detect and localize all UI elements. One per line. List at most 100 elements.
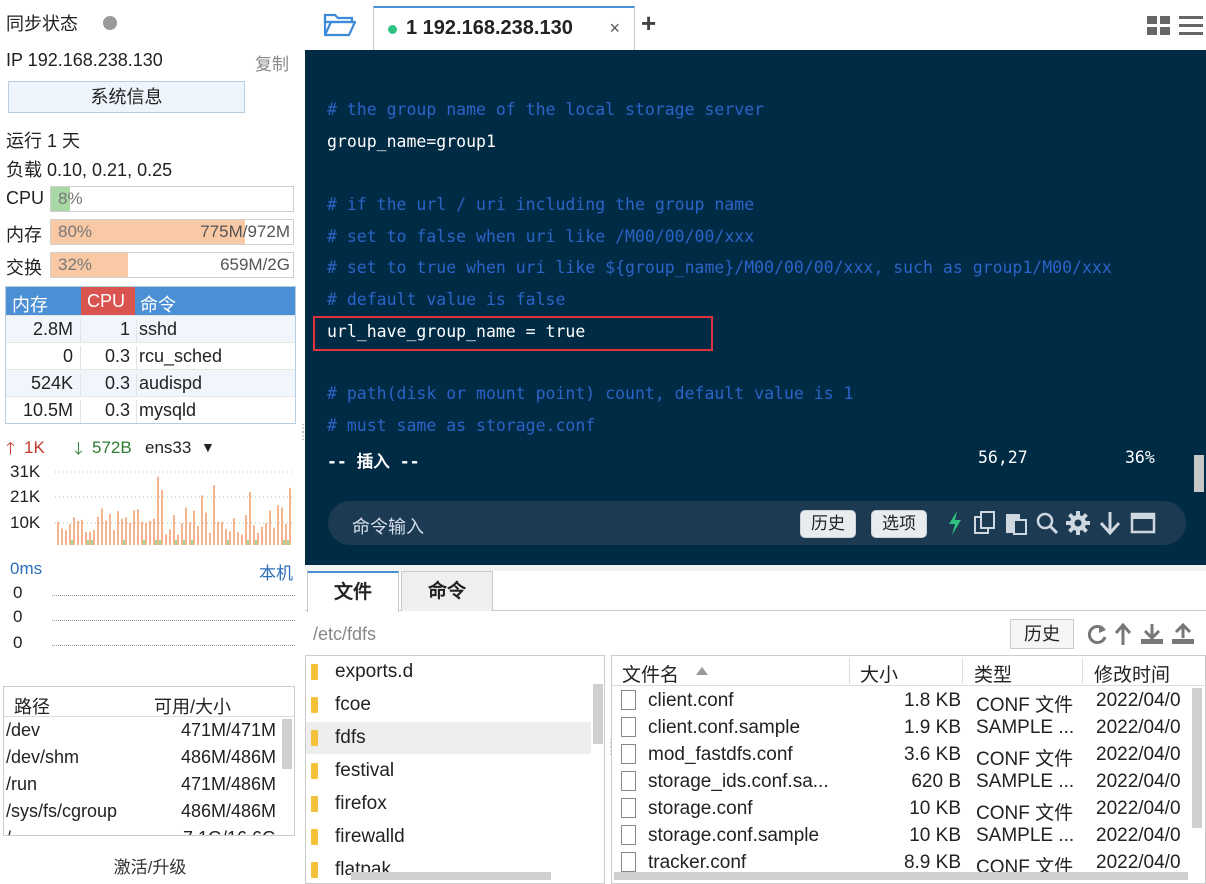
folder-icon <box>311 829 318 845</box>
net-traffic-bar <box>61 528 63 545</box>
latency-value: 0 <box>13 633 23 652</box>
folder-tree-item[interactable]: firewalld <box>306 821 591 853</box>
file-row[interactable]: storage_ids.conf.sa... 620 B SAMPLE ... 202… <box>612 769 1205 796</box>
gear-icon[interactable] <box>1066 511 1090 535</box>
lightning-icon[interactable] <box>947 511 963 535</box>
file-type: SAMPLE ... <box>976 825 1075 846</box>
add-tab-button[interactable]: + <box>641 8 656 39</box>
disk-row[interactable]: /sys/fs/cgroup 486M/486M <box>4 798 294 825</box>
window-icon[interactable] <box>1130 511 1156 535</box>
file-header-name[interactable]: 文件名 <box>622 660 679 687</box>
latency-ms: 0ms <box>10 559 43 578</box>
system-info-button[interactable]: 系统信息 <box>8 81 245 113</box>
file-row[interactable]: client.conf 1.8 KB CONF 文件 2022/04/0 <box>612 688 1205 716</box>
process-row[interactable]: 0 0.3 rcu_sched <box>6 342 295 369</box>
disk-row[interactable]: /run 471M/486M <box>4 771 294 798</box>
disk-row[interactable]: / 7.1G/16.6G <box>4 825 294 835</box>
folder-tree-item[interactable]: exports.d <box>306 656 591 688</box>
folder-icon <box>311 664 318 680</box>
path-bar: /etc/fdfs 历史 <box>305 616 1206 652</box>
sidebar-splitter-handle[interactable]: ⋮ ⋮ <box>298 424 308 442</box>
folder-tree-item[interactable]: fcoe <box>306 689 591 721</box>
terminal-view[interactable]: # the group name of the local storage se… <box>305 50 1206 565</box>
folder-icon <box>311 697 318 713</box>
connected-dot-icon <box>388 25 397 34</box>
process-row[interactable]: 2.8M 1 sshd <box>6 315 295 342</box>
folder-tree-scrollbar[interactable] <box>593 684 603 744</box>
disk-row[interactable]: /dev 471M/471M <box>4 717 294 744</box>
folder-tree-hscrollbar[interactable] <box>351 872 551 880</box>
disk-row[interactable]: /dev/shm 486M/486M <box>4 744 294 771</box>
folder-name: firefox <box>335 793 387 814</box>
process-table-header: 内存 CPU 命令 <box>6 287 295 315</box>
menu-icon[interactable] <box>1179 14 1203 36</box>
arrow-down-icon[interactable] <box>1099 511 1121 535</box>
file-panel-splitter-handle[interactable]: ⋮ ⋮ <box>606 739 616 757</box>
command-options-button[interactable]: 选项 <box>871 510 927 538</box>
net-traffic-bar <box>101 508 103 545</box>
command-input[interactable]: 命令输入 <box>352 513 424 539</box>
latency-value: 0 <box>13 607 23 626</box>
disk-header-path[interactable]: 路径 <box>14 693 50 719</box>
latency-host[interactable]: 本机 <box>259 559 293 584</box>
copy-icon[interactable] <box>974 511 996 535</box>
current-path-input[interactable]: /etc/fdfs <box>313 624 376 645</box>
disk-path: /dev/shm <box>6 747 80 767</box>
paste-icon[interactable] <box>1005 511 1027 535</box>
disk-path: /dev <box>6 720 41 740</box>
proc-header-cmd[interactable]: 命令 <box>140 291 176 317</box>
layout-grid-icon[interactable] <box>1147 16 1171 36</box>
file-icon <box>621 771 636 791</box>
tab-files[interactable]: 文件 <box>307 571 399 612</box>
arrow-up-icon[interactable] <box>1115 623 1131 645</box>
search-icon[interactable] <box>1036 511 1058 535</box>
path-history-button[interactable]: 历史 <box>1010 619 1074 649</box>
file-row[interactable]: storage.conf.sample 10 KB SAMPLE ... 2022/0… <box>612 823 1205 850</box>
net-traffic-bar <box>69 523 71 545</box>
net-traffic-bar <box>125 517 127 545</box>
file-row[interactable]: storage.conf 10 KB CONF 文件 2022/04/0 <box>612 796 1205 824</box>
proc-header-mem[interactable]: 内存 <box>12 291 48 317</box>
folder-tree-item[interactable]: fdfs <box>306 722 591 754</box>
process-mem: 524K <box>30 373 73 393</box>
tab-commands[interactable]: 命令 <box>401 571 493 611</box>
proc-header-cpu[interactable]: CPU <box>81 287 135 315</box>
file-mtime: 2022/04/0 <box>1096 690 1181 711</box>
upload-icon[interactable] <box>1171 623 1195 645</box>
tab-session-1[interactable]: 1 192.168.238.130 × <box>373 6 635 50</box>
folder-name: firewalld <box>335 826 405 847</box>
copy-ip-button[interactable]: 复制 <box>255 50 289 75</box>
command-history-button[interactable]: 历史 <box>800 510 856 538</box>
process-row[interactable]: 10.5M 0.3 mysqld <box>6 396 295 423</box>
file-icon <box>621 744 636 764</box>
tab-close-icon[interactable]: × <box>609 18 620 39</box>
net-interface-select[interactable]: ens33 <box>145 438 191 458</box>
terminal-scrollbar[interactable] <box>1194 455 1204 492</box>
config-comment-line: # default value is false <box>327 290 566 309</box>
process-cmd: mysqld <box>139 400 197 420</box>
net-traffic-bar <box>121 518 123 545</box>
folder-tree-item[interactable]: festival <box>306 755 591 787</box>
command-input-bar[interactable]: 命令输入 历史 选项 <box>328 501 1186 545</box>
process-row[interactable]: 524K 0.3 audispd <box>6 369 295 396</box>
file-row[interactable]: mod_fastdfs.conf 3.6 KB CONF 文件 2022/04/0 <box>612 742 1205 770</box>
file-list-hscrollbar[interactable] <box>614 872 1188 880</box>
file-header-mtime[interactable]: 修改时间 <box>1094 660 1170 687</box>
folder-tree-item[interactable]: firefox <box>306 788 591 820</box>
swap-amount: 659M/2G <box>220 255 290 274</box>
file-list-scrollbar[interactable] <box>1192 688 1202 828</box>
file-header-type[interactable]: 类型 <box>974 660 1012 687</box>
disk-scrollbar[interactable] <box>282 719 292 769</box>
disk-path: /run <box>6 774 38 794</box>
download-icon[interactable] <box>1140 623 1164 645</box>
file-row[interactable]: client.conf.sample 1.9 KB SAMPLE ... 2022/0… <box>612 715 1205 742</box>
disk-header-size[interactable]: 可用/大小 <box>154 693 231 719</box>
file-header-size[interactable]: 大小 <box>860 660 898 687</box>
net-traffic-bar <box>191 540 193 545</box>
cpu-label: CPU <box>6 188 45 208</box>
activate-upgrade-link[interactable]: 激活/升级 <box>0 853 300 878</box>
net-traffic-bar <box>261 526 263 545</box>
refresh-icon[interactable] <box>1086 623 1108 645</box>
folder-open-icon[interactable] <box>323 11 357 39</box>
chevron-down-icon[interactable]: ▼ <box>201 439 215 455</box>
